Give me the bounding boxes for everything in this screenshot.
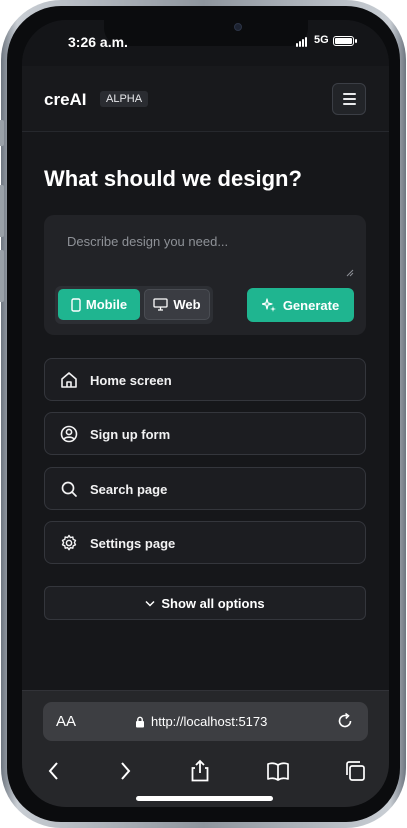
volume-up-button [0, 185, 4, 237]
hamburger-icon [343, 93, 356, 95]
home-icon [61, 372, 77, 388]
generate-label: Generate [282, 297, 340, 313]
text-size-button[interactable]: AA [56, 713, 76, 730]
web-label: Web [173, 297, 201, 312]
status-time: 3:26 a.m. [68, 34, 128, 50]
option-label: Settings page [90, 536, 176, 551]
search-icon [61, 481, 77, 497]
share-icon[interactable] [188, 759, 212, 783]
menu-button[interactable] [332, 83, 366, 115]
url-text: http://localhost:5173 [151, 714, 268, 729]
lock-icon [136, 716, 144, 727]
chevron-down-icon [145, 600, 155, 607]
prompt-card: Describe design you need... Mobile Web G… [44, 215, 366, 335]
phone-icon [71, 297, 81, 312]
silent-switch [0, 120, 4, 146]
resize-handle-icon[interactable] [346, 269, 354, 277]
volume-down-button [0, 250, 4, 302]
status-bar: 3:26 a.m. 5G [22, 20, 389, 66]
show-all-options-button[interactable]: Show all options [44, 586, 366, 620]
camera-icon [234, 23, 242, 31]
bookmarks-icon[interactable] [266, 759, 290, 783]
option-sign-up-form[interactable]: Sign up form [44, 412, 366, 455]
user-circle-icon [60, 425, 78, 443]
reload-icon[interactable] [335, 711, 355, 731]
battery-icon [333, 36, 357, 46]
monitor-icon [153, 298, 169, 311]
alpha-badge: ALPHA [100, 91, 149, 107]
back-icon[interactable] [42, 759, 66, 783]
mobile-label: Mobile [85, 297, 128, 312]
address-bar[interactable]: AA http://localhost:5173 [43, 702, 368, 741]
home-indicator [136, 796, 273, 801]
network-label: 5G [314, 34, 329, 46]
phone-screen: 3:26 a.m. 5G creAI ALPHA What should we … [22, 20, 389, 807]
web-toggle-button[interactable]: Web [144, 289, 210, 320]
page-title: What should we design? [44, 166, 302, 191]
url-display[interactable]: http://localhost:5173 [135, 714, 267, 729]
mobile-toggle-button[interactable]: Mobile [58, 289, 140, 320]
signal-icon [296, 36, 310, 47]
show-all-label: Show all options [161, 595, 265, 611]
tabs-icon[interactable] [343, 759, 367, 783]
option-label: Home screen [90, 373, 172, 388]
gear-icon [61, 534, 77, 551]
notch [104, 20, 308, 46]
app-header: creAI ALPHA [22, 66, 389, 132]
option-home-screen[interactable]: Home screen [44, 358, 366, 401]
forward-icon[interactable] [113, 759, 137, 783]
option-search-page[interactable]: Search page [44, 467, 366, 510]
brand-logo[interactable]: creAI [44, 90, 87, 110]
generate-button[interactable]: Generate [247, 288, 354, 322]
browser-toolbar: AA http://localhost:5173 [22, 690, 389, 807]
prompt-textarea[interactable]: Describe design you need... [67, 234, 228, 249]
device-toggle: Mobile Web [55, 286, 213, 324]
sparkles-icon [261, 298, 276, 312]
option-label: Search page [90, 482, 168, 497]
option-settings-page[interactable]: Settings page [44, 521, 366, 564]
option-label: Sign up form [90, 427, 171, 442]
